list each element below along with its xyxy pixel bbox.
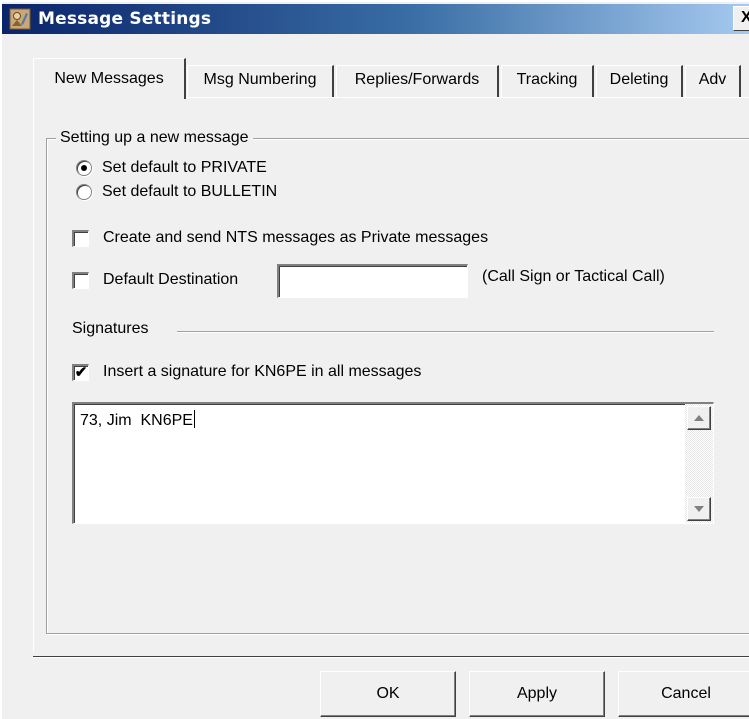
title-bar[interactable]: Message Settings X — [2, 4, 749, 34]
tab-replies-forwards[interactable]: Replies/Forwards — [336, 65, 499, 97]
app-icon — [8, 7, 32, 31]
tab-new-messages[interactable]: New Messages — [33, 58, 186, 99]
tab-panel — [33, 97, 749, 652]
window-title: Message Settings — [38, 9, 212, 29]
close-button[interactable]: X — [733, 6, 749, 31]
bottom-separator — [33, 656, 749, 658]
cancel-button[interactable]: Cancel — [618, 671, 749, 717]
tab-tracking[interactable]: Tracking — [501, 65, 594, 97]
tab-deleting[interactable]: Deleting — [596, 65, 683, 97]
apply-button[interactable]: Apply — [469, 671, 605, 717]
tab-msg-numbering[interactable]: Msg Numbering — [187, 65, 334, 97]
message-settings-dialog: Message Settings X New Messages Msg Numb… — [0, 0, 749, 719]
tab-adv[interactable]: Adv — [685, 65, 741, 97]
ok-button[interactable]: OK — [320, 671, 456, 717]
